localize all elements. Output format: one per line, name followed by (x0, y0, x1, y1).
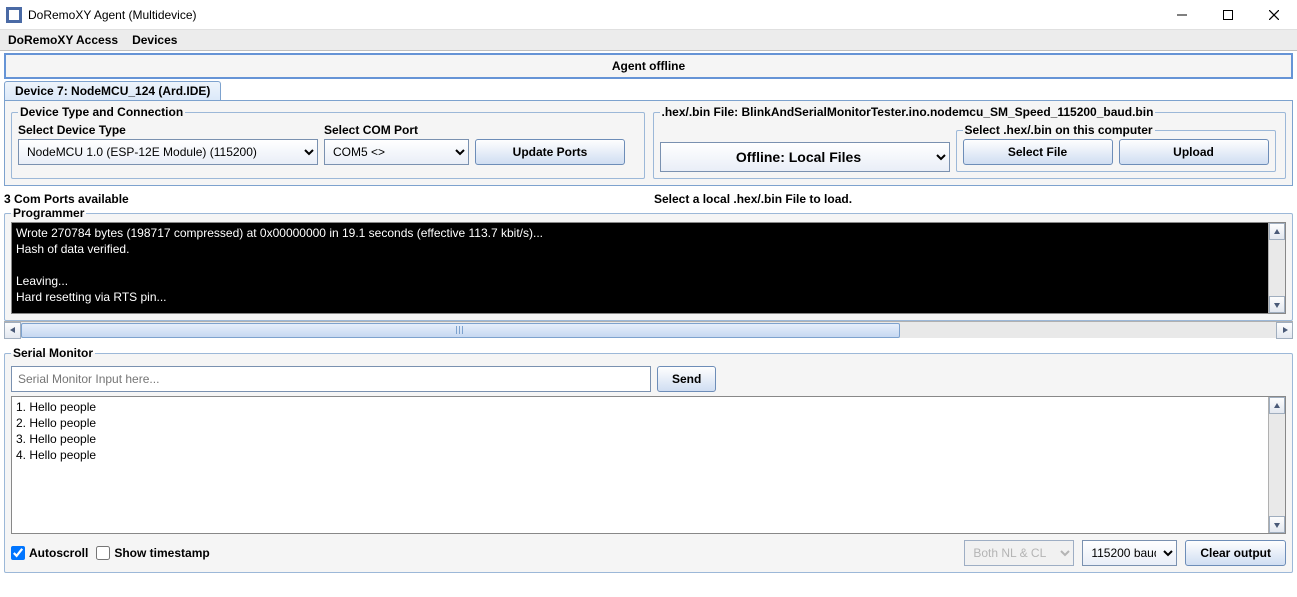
comport-label: Select COM Port (324, 123, 469, 137)
close-button[interactable] (1251, 0, 1297, 30)
device-connection-group: Device Type and Connection Select Device… (11, 105, 645, 179)
autoscroll-input[interactable] (11, 546, 25, 560)
devconn-legend: Device Type and Connection (18, 105, 185, 119)
scroll-up-icon[interactable] (1269, 223, 1285, 240)
serial-input[interactable] (11, 366, 651, 392)
line-ending-select: Both NL & CL (964, 540, 1074, 566)
clear-output-button[interactable]: Clear output (1185, 540, 1286, 566)
app-icon (6, 7, 22, 23)
menu-access[interactable]: DoRemoXY Access (8, 33, 118, 47)
selecthex-legend: Select .hex/.bin on this computer (963, 123, 1155, 137)
serial-vscrollbar[interactable] (1268, 397, 1285, 533)
autoscroll-checkbox[interactable]: Autoscroll (11, 546, 88, 560)
titlebar: DoRemoXY Agent (Multidevice) (0, 0, 1297, 30)
scroll-down-icon[interactable] (1269, 296, 1285, 313)
select-hex-group: Select .hex/.bin on this computer Select… (956, 123, 1276, 172)
serial-legend: Serial Monitor (11, 346, 95, 360)
device-tab[interactable]: Device 7: NodeMCU_124 (Ard.IDE) (4, 81, 221, 100)
minimize-button[interactable] (1159, 0, 1205, 30)
show-timestamp-checkbox[interactable]: Show timestamp (96, 546, 209, 560)
programmer-vscrollbar[interactable] (1268, 223, 1285, 313)
tab-body: Device Type and Connection Select Device… (4, 100, 1293, 186)
upload-button[interactable]: Upload (1119, 139, 1269, 165)
hscroll-thumb[interactable] (21, 323, 900, 338)
serial-monitor-group: Serial Monitor Send 1. Hello people 2. H… (4, 346, 1293, 573)
baud-select[interactable]: 115200 baud (1082, 540, 1177, 566)
update-ports-button[interactable]: Update Ports (475, 139, 625, 165)
status-row: 3 Com Ports available Select a local .he… (4, 192, 1293, 206)
source-select[interactable]: Offline: Local Files (660, 142, 950, 172)
send-button[interactable]: Send (657, 366, 716, 392)
serial-output: 1. Hello people 2. Hello people 3. Hello… (12, 397, 1285, 533)
programmer-legend: Programmer (11, 206, 86, 220)
scroll-down-icon[interactable] (1269, 516, 1285, 533)
devtype-select[interactable]: NodeMCU 1.0 (ESP-12E Module) (115200) (18, 139, 318, 165)
menu-devices[interactable]: Devices (132, 33, 177, 47)
window-title: DoRemoXY Agent (Multidevice) (28, 8, 1159, 22)
scroll-up-icon[interactable] (1269, 397, 1285, 414)
devtype-label: Select Device Type (18, 123, 318, 137)
programmer-console: Wrote 270784 bytes (198717 compressed) a… (12, 223, 1285, 313)
showts-input[interactable] (96, 546, 110, 560)
programmer-hscrollbar[interactable] (4, 321, 1293, 338)
file-select-hint: Select a local .hex/.bin File to load. (654, 192, 1293, 206)
maximize-button[interactable] (1205, 0, 1251, 30)
comport-select[interactable]: COM5 <> (324, 139, 469, 165)
com-ports-status: 3 Com Ports available (4, 192, 654, 206)
scroll-right-icon[interactable] (1276, 322, 1293, 339)
agent-status-banner: Agent offline (4, 53, 1293, 79)
scroll-left-icon[interactable] (4, 322, 21, 339)
programmer-group: Programmer Wrote 270784 bytes (198717 co… (4, 206, 1293, 321)
hex-file-group: .hex/.bin File: BlinkAndSerialMonitorTes… (653, 105, 1287, 179)
menubar: DoRemoXY Access Devices (0, 30, 1297, 51)
tabstrip: Device 7: NodeMCU_124 (Ard.IDE) (4, 81, 1293, 100)
select-file-button[interactable]: Select File (963, 139, 1113, 165)
hex-legend: .hex/.bin File: BlinkAndSerialMonitorTes… (660, 105, 1156, 119)
